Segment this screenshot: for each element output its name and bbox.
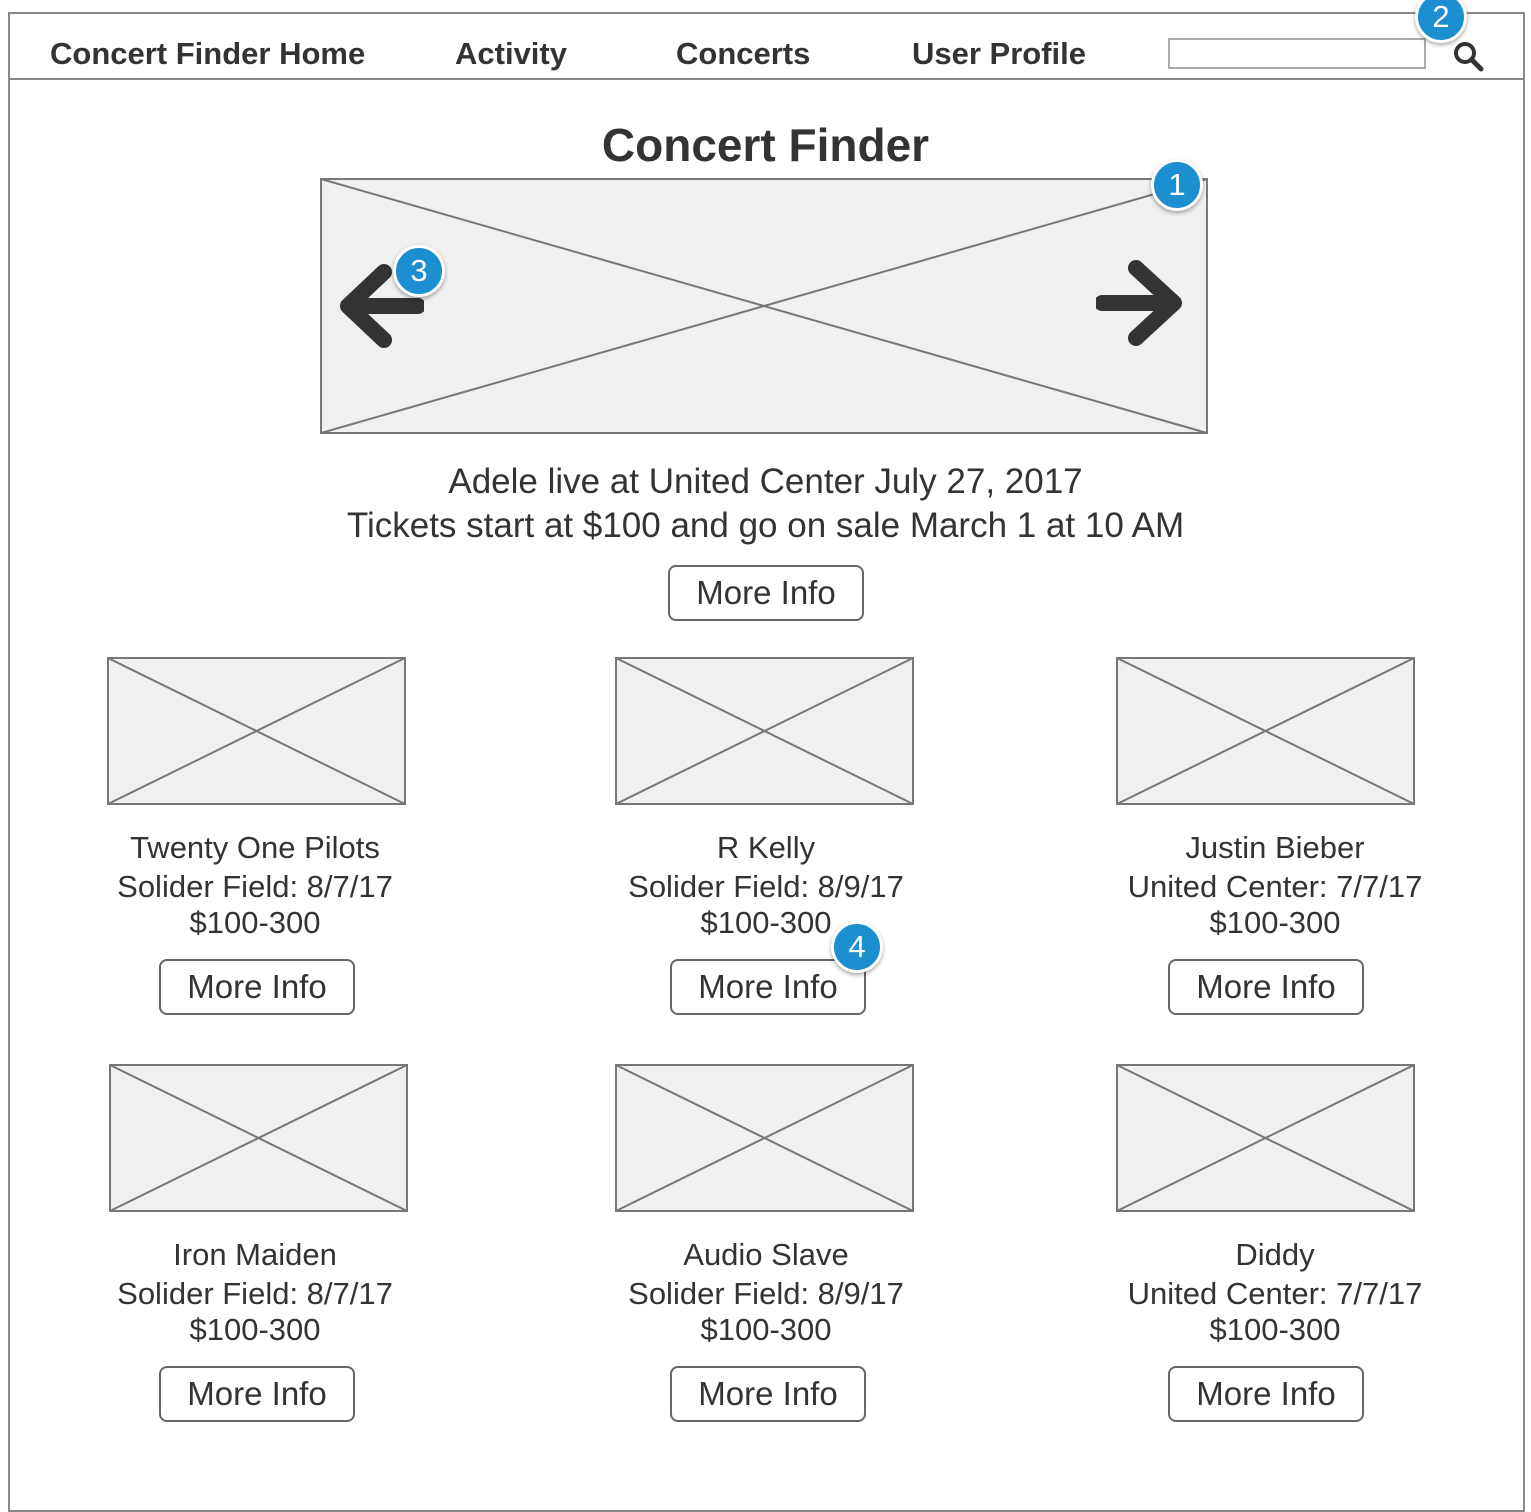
hero-image-placeholder <box>320 178 1208 434</box>
search-input[interactable] <box>1168 38 1426 69</box>
concert-name: Diddy <box>1235 1237 1315 1272</box>
annotation-marker-4: 4 <box>831 921 883 973</box>
page-title: Concert Finder <box>601 119 930 171</box>
more-info-button[interactable]: More Info <box>159 1366 355 1422</box>
concert-venue-date: Solider Field: 8/7/17 <box>117 869 393 904</box>
more-info-button[interactable]: More Info <box>670 959 866 1015</box>
concert-name: R Kelly <box>716 830 816 865</box>
concert-price: $100-300 <box>1209 905 1341 940</box>
concert-venue-date: Solider Field: 8/9/17 <box>628 869 904 904</box>
concert-venue-date: Solider Field: 8/7/17 <box>117 1276 393 1311</box>
nav-item-activity[interactable]: Activity <box>455 36 567 72</box>
hero-headline: Adele live at United Center July 27, 201… <box>448 462 1083 501</box>
nav-item-home[interactable]: Concert Finder Home <box>50 36 365 72</box>
concert-price: $100-300 <box>700 905 832 940</box>
more-info-button[interactable]: More Info <box>1168 959 1364 1015</box>
concert-image-placeholder <box>109 1064 408 1212</box>
concert-image-placeholder <box>107 657 406 805</box>
nav-item-user-profile[interactable]: User Profile <box>912 36 1086 72</box>
concert-image-placeholder <box>615 657 914 805</box>
concert-venue-date: Solider Field: 8/9/17 <box>628 1276 904 1311</box>
concert-name: Justin Bieber <box>1185 830 1365 865</box>
hero-ticket-info: Tickets start at $100 and go on sale Mar… <box>346 506 1185 545</box>
concert-image-placeholder <box>1116 1064 1415 1212</box>
concert-price: $100-300 <box>700 1312 832 1347</box>
hero-more-info-button[interactable]: More Info <box>668 565 864 621</box>
nav-item-concerts[interactable]: Concerts <box>676 36 810 72</box>
search-icon[interactable] <box>1450 38 1486 74</box>
concert-name: Twenty One Pilots <box>130 830 380 865</box>
annotation-marker-1: 1 <box>1151 159 1203 211</box>
concert-venue-date: United Center: 7/7/17 <box>1127 1276 1423 1311</box>
annotation-marker-3: 3 <box>393 245 445 297</box>
arrow-right-icon[interactable] <box>1094 258 1188 353</box>
concert-image-placeholder <box>1116 657 1415 805</box>
concert-price: $100-300 <box>189 905 321 940</box>
concert-image-placeholder <box>615 1064 914 1212</box>
concert-venue-date: United Center: 7/7/17 <box>1127 869 1423 904</box>
concert-price: $100-300 <box>189 1312 321 1347</box>
concert-name: Iron Maiden <box>173 1237 337 1272</box>
more-info-button[interactable]: More Info <box>670 1366 866 1422</box>
concert-price: $100-300 <box>1209 1312 1341 1347</box>
more-info-button[interactable]: More Info <box>159 959 355 1015</box>
concert-name: Audio Slave <box>683 1237 849 1272</box>
more-info-button[interactable]: More Info <box>1168 1366 1364 1422</box>
